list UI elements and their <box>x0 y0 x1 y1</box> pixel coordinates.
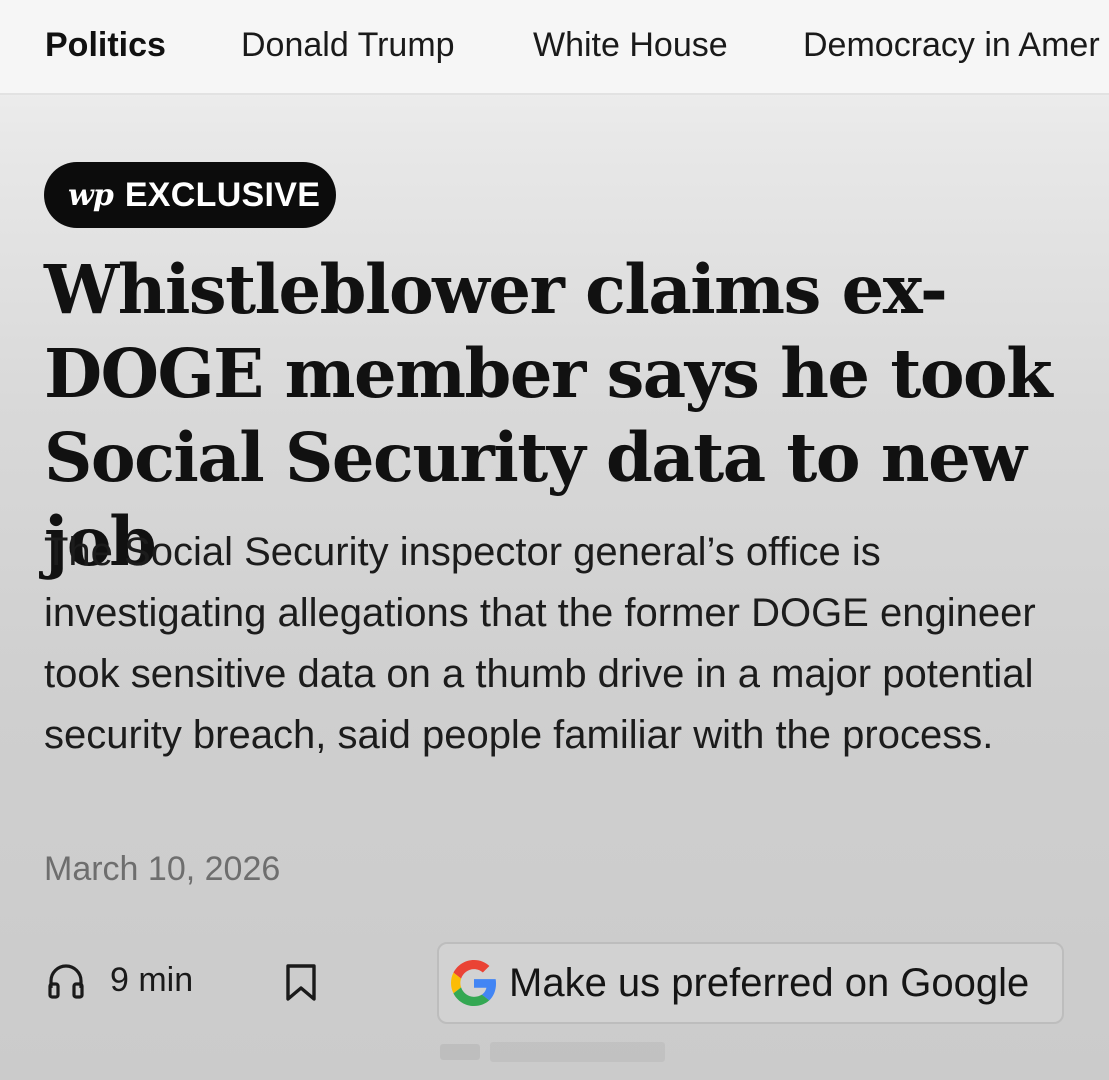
wp-logo: wp <box>68 177 114 213</box>
exclusive-label: EXCLUSIVE <box>124 175 321 214</box>
preferred-on-google-button[interactable]: Make us preferred on Google <box>437 942 1064 1024</box>
bookmark-button[interactable] <box>284 963 318 1003</box>
publish-date: March 10, 2026 <box>44 850 281 888</box>
nav-item-donald-trump[interactable]: Donald Trump <box>241 26 455 64</box>
article-dek: The Social Security inspector general’s … <box>44 530 1036 757</box>
nav-item-democracy-in-america[interactable]: Democracy in Amer <box>803 26 1100 64</box>
bookmark-icon <box>284 963 318 1003</box>
exclusive-badge: wp EXCLUSIVE <box>44 162 336 228</box>
listen-duration: 9 min <box>110 960 194 999</box>
headphones-icon <box>46 960 86 1000</box>
watermark-graphic <box>440 1042 665 1062</box>
section-nav: Politics Donald Trump White House Democr… <box>0 0 1109 95</box>
preferred-on-google-label: Make us preferred on Google <box>509 960 1030 1005</box>
google-g-icon <box>451 960 497 1006</box>
listen-button[interactable]: 9 min <box>46 960 193 1000</box>
nav-item-white-house[interactable]: White House <box>533 26 728 64</box>
nav-item-politics[interactable]: Politics <box>45 26 166 64</box>
